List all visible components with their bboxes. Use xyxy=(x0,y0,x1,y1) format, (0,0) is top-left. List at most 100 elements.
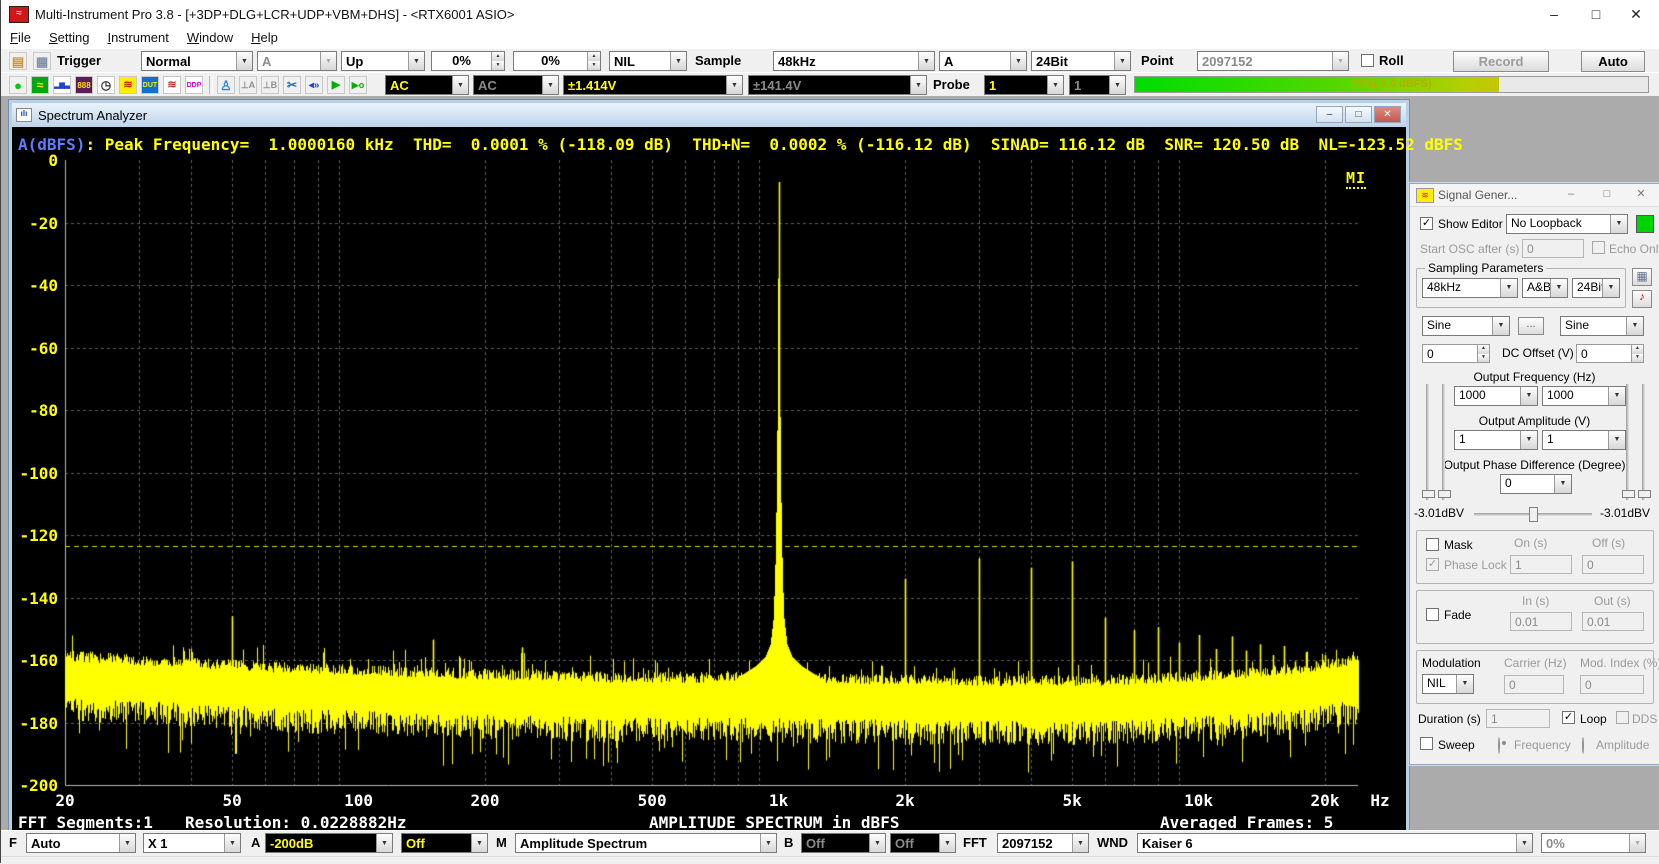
roll-checkbox[interactable]: Roll xyxy=(1361,53,1404,68)
calibration-icon[interactable]: ♙ xyxy=(217,76,235,94)
mod-index-input[interactable]: 0 xyxy=(1580,675,1644,694)
fade-in-input[interactable]: 0.01 xyxy=(1510,612,1572,631)
freq-axis-select[interactable]: Auto▼ xyxy=(26,833,136,853)
range-a-select[interactable]: ±1.414V▼ xyxy=(563,75,743,95)
modulation-select[interactable]: NIL▼ xyxy=(1422,674,1474,694)
loop-checkbox[interactable]: ✓ xyxy=(1562,711,1575,724)
duration-input[interactable]: 1 xyxy=(1486,709,1550,728)
sa-maximize-button[interactable]: □ xyxy=(1345,106,1372,123)
dds-checkbox[interactable] xyxy=(1616,711,1629,724)
data-logger-icon[interactable]: ◷ xyxy=(97,76,115,94)
record-length-select[interactable]: 2097152▼ xyxy=(1197,51,1349,71)
loopback-select[interactable]: No Loopback▼ xyxy=(1506,214,1628,234)
level-slider-a1[interactable] xyxy=(1426,384,1429,500)
overlap-select[interactable]: 0%▼ xyxy=(1541,833,1646,853)
waveform-a-select[interactable]: Sine▼ xyxy=(1422,316,1510,336)
record-button[interactable]: Record xyxy=(1453,51,1549,72)
sg-maximize-button[interactable]: □ xyxy=(1595,187,1619,203)
amplitude-a-select[interactable]: 1▼ xyxy=(1454,430,1538,450)
dc-offset-b-spinner[interactable]: ▲▼ xyxy=(1632,344,1644,363)
trigger-source-select[interactable]: A▼ xyxy=(257,51,337,71)
fade-out-input[interactable]: 0.01 xyxy=(1582,612,1644,631)
show-editor-checkbox[interactable]: ✓ xyxy=(1420,217,1433,230)
derived-data-icon[interactable]: ≋ xyxy=(163,76,181,94)
menu-file[interactable]: File xyxy=(1,28,40,47)
spectrum-analyzer-titlebar[interactable]: ılı Spectrum Analyzer – □ ✕ xyxy=(12,103,1406,127)
save-icon[interactable]: ▦ xyxy=(33,52,51,70)
maximize-button[interactable]: □ xyxy=(1579,4,1613,24)
sg-music-button[interactable]: ♪ xyxy=(1632,290,1652,308)
device-test-plan-icon[interactable]: DUT xyxy=(141,76,159,94)
range-b-select[interactable]: ±141.4V▼ xyxy=(748,75,927,95)
sg-save-button[interactable]: ▦ xyxy=(1632,268,1652,286)
waveform-more-button[interactable]: ... xyxy=(1518,317,1544,335)
fade-checkbox[interactable] xyxy=(1426,608,1439,621)
run-stop-icon[interactable]: ● xyxy=(9,76,27,94)
window-function-select[interactable]: Kaiser 6▼ xyxy=(1137,833,1533,853)
close-button[interactable]: ✕ xyxy=(1619,4,1653,24)
amp-range-select[interactable]: -200dB▼ xyxy=(265,833,393,853)
dc-offset-b-input[interactable]: 0 xyxy=(1576,344,1632,363)
trigger-delay-spinner[interactable]: 0%▲▼ xyxy=(513,51,601,71)
start-osc-input[interactable]: 0 xyxy=(1522,239,1584,258)
level-slider-a2-thumb[interactable] xyxy=(1438,490,1451,498)
auto-button[interactable]: Auto xyxy=(1581,51,1645,72)
sweep-checkbox[interactable] xyxy=(1420,737,1433,750)
sa-minimize-button[interactable]: – xyxy=(1316,106,1343,123)
coupling-a-select[interactable]: AC▼ xyxy=(385,75,469,95)
mask-on-input[interactable]: 1 xyxy=(1510,555,1572,574)
dc-offset-a-input[interactable]: 0 xyxy=(1422,344,1478,363)
minimize-button[interactable]: – xyxy=(1537,4,1571,24)
sample-rate-select[interactable]: 48kHz▼ xyxy=(773,51,935,71)
spectrum-analyzer-icon[interactable]: ▂▆▃ xyxy=(53,76,71,94)
trigger-level-spinner[interactable]: 0%▲▼ xyxy=(431,51,505,71)
zeroing-b-icon[interactable]: ⊥B xyxy=(261,76,279,94)
loop-play-icon[interactable]: ▶o xyxy=(349,76,367,94)
phase-difference-select[interactable]: 0▼ xyxy=(1500,474,1572,494)
probe-icon[interactable]: ✂ xyxy=(283,76,301,94)
echo-only-checkbox[interactable] xyxy=(1592,241,1605,254)
menu-instrument[interactable]: Instrument xyxy=(98,28,177,47)
level-slider-b2-thumb[interactable] xyxy=(1638,490,1651,498)
sweep-frequency-radio[interactable] xyxy=(1498,737,1500,754)
menu-help[interactable]: Help xyxy=(242,28,287,47)
level-slider-b2[interactable] xyxy=(1642,384,1645,500)
fft-size-select[interactable]: 2097152▼ xyxy=(997,833,1089,853)
phase-lock-checkbox[interactable]: ✓ xyxy=(1426,558,1439,571)
menu-setting[interactable]: Setting xyxy=(40,28,98,47)
sg-close-button[interactable]: ✕ xyxy=(1629,187,1653,203)
coupling-b-select[interactable]: AC▼ xyxy=(473,75,559,95)
balance-slider[interactable] xyxy=(1474,513,1592,516)
ddp-viewer-icon[interactable]: DDP xyxy=(185,76,203,94)
generator-run-button[interactable] xyxy=(1636,215,1654,233)
sg-sample-rate-select[interactable]: 48kHz▼ xyxy=(1422,278,1518,298)
sg-channels-select[interactable]: A&B▼ xyxy=(1522,278,1568,298)
waveform-b-select[interactable]: Sine▼ xyxy=(1560,316,1644,336)
sample-channel-select[interactable]: A▼ xyxy=(939,51,1027,71)
signal-generator-icon[interactable]: ≋ xyxy=(119,76,137,94)
sweep-amplitude-radio[interactable] xyxy=(1582,737,1584,754)
menu-window[interactable]: Window xyxy=(178,28,242,47)
sound-device-icon[interactable]: ◂» xyxy=(305,76,323,94)
dc-offset-a-spinner[interactable]: ▲▼ xyxy=(1478,344,1490,363)
mask-off-input[interactable]: 0 xyxy=(1582,555,1644,574)
balance-slider-thumb[interactable] xyxy=(1529,507,1538,522)
sample-bits-select[interactable]: 24Bit▼ xyxy=(1031,51,1131,71)
probe-a-select[interactable]: 1▼ xyxy=(984,75,1064,95)
sg-minimize-button[interactable]: – xyxy=(1559,187,1583,203)
sa-close-button[interactable]: ✕ xyxy=(1374,106,1401,123)
amplitude-b-select[interactable]: 1▼ xyxy=(1542,430,1626,450)
level-slider-a2[interactable] xyxy=(1442,384,1445,500)
probe-b-select[interactable]: 1▼ xyxy=(1069,75,1126,95)
level-slider-a1-thumb[interactable] xyxy=(1422,490,1435,498)
b-ref-select[interactable]: Off▼ xyxy=(890,833,956,853)
sg-bits-select[interactable]: 24Bit▼ xyxy=(1572,278,1620,298)
hpf-select[interactable]: NIL▼ xyxy=(609,51,687,71)
zeroing-a-icon[interactable]: ⊥A xyxy=(239,76,257,94)
level-slider-b1-thumb[interactable] xyxy=(1622,490,1635,498)
carrier-input[interactable]: 0 xyxy=(1504,675,1564,694)
level-slider-b1[interactable] xyxy=(1626,384,1629,500)
trigger-edge-select[interactable]: Up▼ xyxy=(341,51,425,71)
freq-zoom-select[interactable]: X 1▼ xyxy=(143,833,241,853)
multimeter-icon[interactable]: 888 xyxy=(75,76,93,94)
